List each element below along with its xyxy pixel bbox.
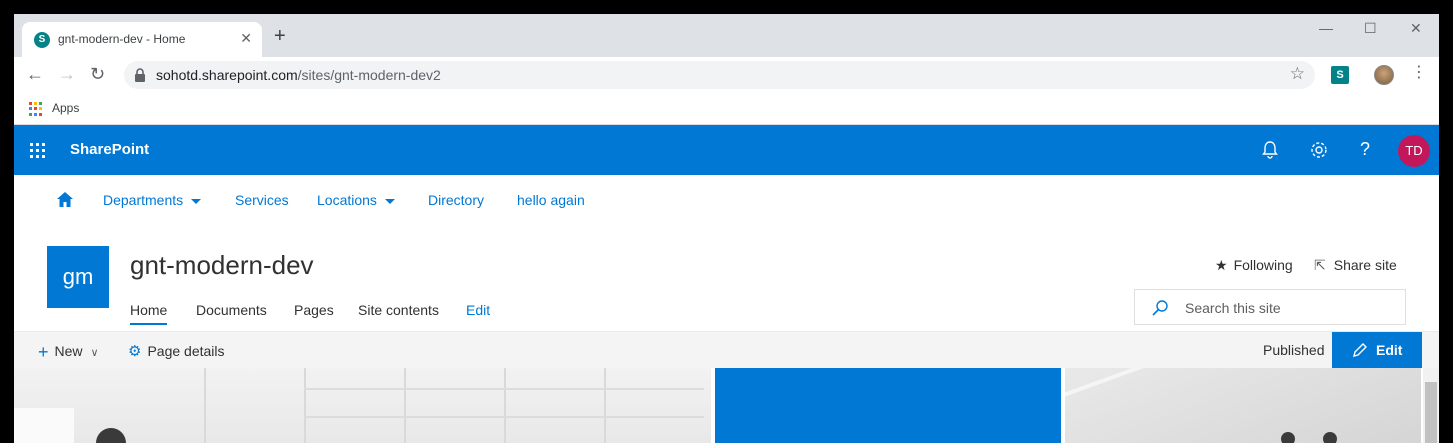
edit-page-button[interactable]: Edit xyxy=(1332,332,1422,369)
star-filled-icon: ★ xyxy=(1215,257,1228,273)
publish-status: Published xyxy=(1263,342,1325,358)
share-icon: ⇱ xyxy=(1314,257,1326,273)
new-label: New xyxy=(54,343,83,359)
tab-close-icon[interactable]: ✕ xyxy=(240,30,252,47)
home-icon[interactable] xyxy=(56,191,74,208)
site-search-box[interactable]: Search this site xyxy=(1134,289,1406,325)
search-placeholder: Search this site xyxy=(1185,300,1281,316)
bookmarks-bar: Apps xyxy=(14,94,1439,125)
suite-bar: SharePoint ? TD xyxy=(14,125,1439,175)
url-path: /sites/gnt-modern-dev2 xyxy=(297,67,441,83)
hero-tile-blue[interactable] xyxy=(715,368,1061,443)
chevron-down-icon xyxy=(384,198,395,204)
url-host: sohotd.sharepoint.com xyxy=(156,67,298,83)
window-frame xyxy=(204,368,206,443)
maximize-icon[interactable]: ☐ xyxy=(1364,20,1377,37)
more-menu-icon[interactable]: ⋮ xyxy=(1411,63,1427,83)
hub-item-label: Locations xyxy=(317,192,377,208)
url-text: sohotd.sharepoint.com/sites/gnt-modern-d… xyxy=(156,67,441,83)
tab-strip: S gnt-modern-dev - Home ✕ + — ☐ ✕ xyxy=(14,14,1439,57)
bookmark-star-icon[interactable]: ☆ xyxy=(1290,64,1305,84)
close-window-icon[interactable]: ✕ xyxy=(1410,20,1422,37)
site-nav-site-contents[interactable]: Site contents xyxy=(358,302,439,318)
chevron-down-icon: ∨ xyxy=(90,347,99,359)
apps-grid-icon xyxy=(29,102,43,116)
tab-title: gnt-modern-dev - Home xyxy=(58,32,186,46)
bookmark-apps[interactable]: Apps xyxy=(52,101,79,115)
sharepoint-extension-icon[interactable]: S xyxy=(1331,66,1349,84)
browser-toolbar: ← → ↻ sohotd.sharepoint.com/sites/gnt-mo… xyxy=(14,57,1439,94)
hub-item-departments[interactable]: Departments xyxy=(103,192,202,208)
hub-item-services[interactable]: Services xyxy=(235,192,289,208)
notifications-bell-icon[interactable] xyxy=(1262,140,1278,160)
hub-item-hello-again[interactable]: hello again xyxy=(517,192,585,208)
profile-avatar[interactable] xyxy=(1374,65,1394,85)
person-silhouette xyxy=(1323,432,1337,443)
browser-tab[interactable]: S gnt-modern-dev - Home ✕ xyxy=(22,22,262,57)
minimize-icon[interactable]: — xyxy=(1319,20,1333,36)
window-frame xyxy=(604,368,606,443)
forward-icon[interactable]: → xyxy=(58,64,76,84)
page-details-label: Page details xyxy=(147,343,225,359)
site-title[interactable]: gnt-modern-dev xyxy=(130,250,314,281)
user-avatar[interactable]: TD xyxy=(1398,135,1430,167)
app-launcher-icon[interactable] xyxy=(30,143,45,158)
person-silhouette xyxy=(1281,432,1295,443)
share-site-button[interactable]: ⇱ Share site xyxy=(1314,257,1397,274)
help-icon[interactable]: ? xyxy=(1360,139,1370,159)
plus-icon: + xyxy=(38,342,49,362)
page-details-button[interactable]: ⚙ Page details xyxy=(128,342,225,360)
new-tab-button[interactable]: + xyxy=(274,26,286,46)
search-icon xyxy=(1152,300,1168,316)
hub-item-label: Services xyxy=(235,192,289,208)
site-nav-home[interactable]: Home xyxy=(130,302,168,325)
hub-item-label: hello again xyxy=(517,192,585,208)
settings-gear-icon: ⚙ xyxy=(128,343,142,360)
edit-label: Edit xyxy=(1376,342,1403,358)
following-label: Following xyxy=(1233,257,1293,273)
new-button[interactable]: + New ∨ xyxy=(38,342,99,363)
following-button[interactable]: ★ Following xyxy=(1215,257,1293,274)
hub-item-locations[interactable]: Locations xyxy=(317,192,395,208)
site-nav-edit-link[interactable]: Edit xyxy=(466,302,490,318)
window-frame xyxy=(304,388,704,390)
reload-icon[interactable]: ↻ xyxy=(90,64,105,84)
site-logo[interactable]: gm xyxy=(47,246,109,308)
pencil-icon xyxy=(1353,343,1367,357)
hub-item-label: Directory xyxy=(428,192,485,208)
sharepoint-favicon-icon: S xyxy=(34,32,50,48)
site-nav-documents[interactable]: Documents xyxy=(196,302,267,318)
hub-item-directory[interactable]: Directory xyxy=(428,192,484,208)
hub-navigation: Departments Services Locations Directory… xyxy=(14,175,1439,225)
browser-window: S gnt-modern-dev - Home ✕ + — ☐ ✕ ← → ↻ … xyxy=(14,14,1439,443)
share-site-label: Share site xyxy=(1333,257,1397,273)
lock-icon xyxy=(135,68,145,82)
window-frame xyxy=(304,416,704,418)
site-header: gm gnt-modern-dev Home Documents Pages S… xyxy=(14,225,1439,331)
site-nav-pages[interactable]: Pages xyxy=(294,302,334,318)
sharepoint-brand-link[interactable]: SharePoint xyxy=(70,141,149,158)
window-frame xyxy=(404,368,406,443)
command-bar: + New ∨ ⚙ Page details Published Edit xyxy=(14,331,1439,369)
window-frame xyxy=(304,368,306,443)
scrollbar-thumb[interactable] xyxy=(1425,382,1437,443)
settings-gear-icon[interactable] xyxy=(1309,140,1329,160)
hero-webpart xyxy=(14,368,1439,443)
window-frame xyxy=(504,368,506,443)
hero-tile-office-image[interactable] xyxy=(14,368,711,443)
person-silhouette xyxy=(96,428,126,443)
desk-surface xyxy=(14,408,74,443)
back-icon[interactable]: ← xyxy=(26,64,44,84)
hero-tile-meeting-image[interactable] xyxy=(1065,368,1421,443)
ceiling-line xyxy=(1065,368,1163,403)
address-bar[interactable]: sohotd.sharepoint.com/sites/gnt-modern-d… xyxy=(124,61,1315,89)
chevron-down-icon xyxy=(191,198,202,204)
hub-item-label: Departments xyxy=(103,192,184,208)
